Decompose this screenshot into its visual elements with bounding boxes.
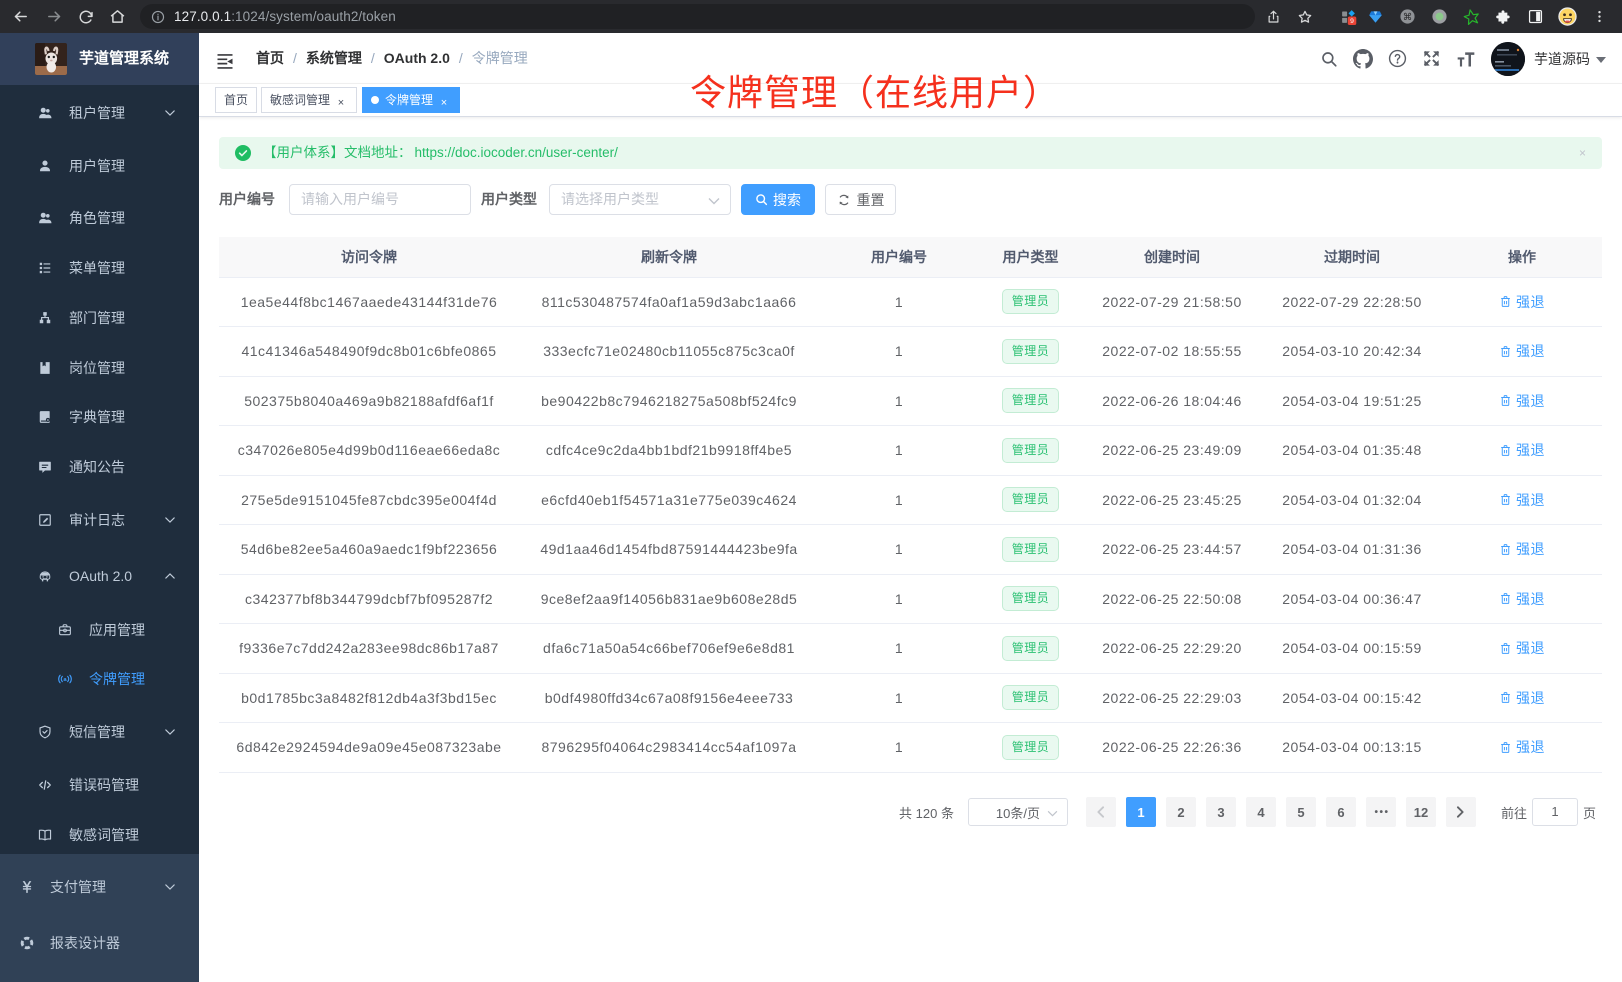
svg-text:a: a <box>63 677 67 683</box>
svg-text:9: 9 <box>1350 18 1354 25</box>
svg-text:⌘: ⌘ <box>1402 12 1412 23</box>
